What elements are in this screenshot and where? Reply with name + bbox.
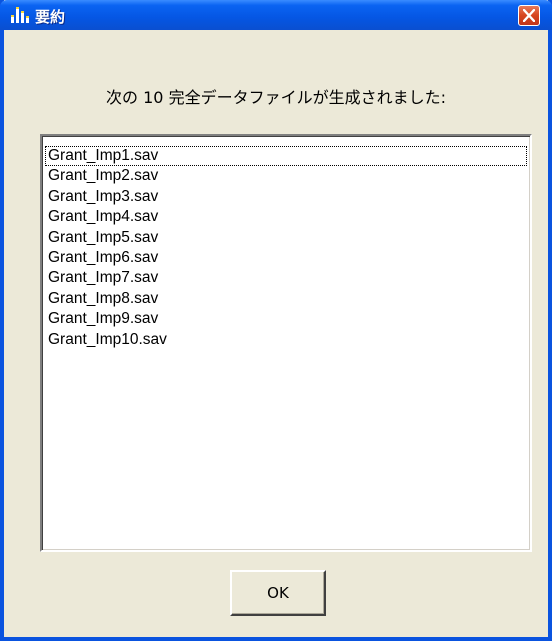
summary-message: 次の 10 完全データファイルが生成されました: — [106, 88, 446, 107]
file-list-item[interactable]: Grant_Imp7.sav — [45, 268, 527, 288]
file-list-item[interactable]: Grant_Imp8.sav — [45, 289, 527, 309]
file-list-item[interactable]: Grant_Imp4.sav — [45, 207, 527, 227]
file-listbox[interactable]: Grant_Imp1.sav Grant_Imp2.sav Grant_Imp3.s… — [40, 134, 532, 552]
ok-button[interactable]: OK — [230, 570, 326, 616]
file-list-item[interactable]: Grant_Imp3.sav — [45, 187, 527, 207]
file-list-item[interactable]: Grant_Imp2.sav — [45, 166, 527, 186]
file-list-item[interactable]: Grant_Imp1.sav — [45, 146, 527, 167]
window-title: 要約 — [35, 8, 66, 26]
close-button[interactable] — [518, 5, 540, 26]
file-list-item[interactable]: Grant_Imp6.sav — [45, 248, 527, 268]
file-list-item[interactable]: Grant_Imp10.sav — [45, 330, 527, 350]
file-list-item[interactable]: Grant_Imp5.sav — [45, 228, 527, 248]
chart-bar-icon — [10, 6, 30, 24]
summary-dialog: 要約 次の 10 完全データファイルが生成されました: Grant_Imp1.s… — [0, 0, 552, 641]
file-list: Grant_Imp1.sav Grant_Imp2.sav Grant_Imp3.s… — [45, 146, 527, 350]
file-list-item[interactable]: Grant_Imp9.sav — [45, 309, 527, 329]
close-icon — [523, 9, 535, 22]
title-bar[interactable]: 要約 — [0, 0, 552, 30]
